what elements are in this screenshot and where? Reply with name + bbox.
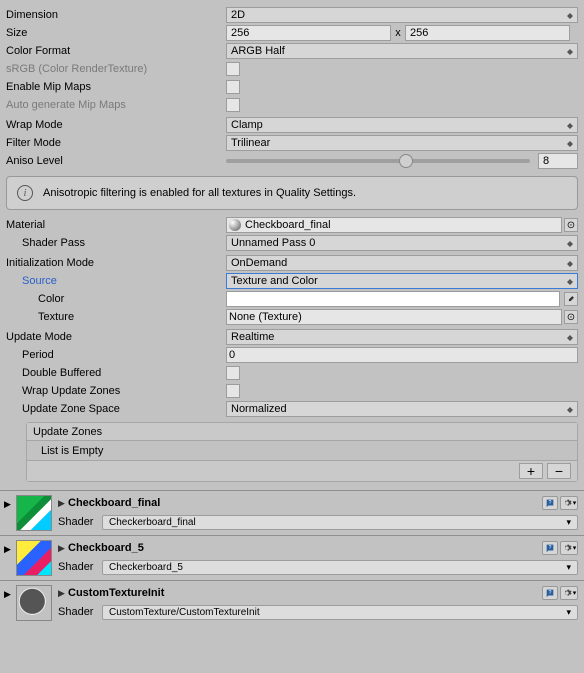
dimension-label: Dimension bbox=[6, 9, 226, 21]
material-preview-2 bbox=[16, 585, 52, 621]
material-label: Material bbox=[6, 219, 226, 231]
wrap-mode-label: Wrap Mode bbox=[6, 119, 226, 131]
help-icon[interactable]: ? bbox=[542, 586, 558, 600]
shader-dropdown-0[interactable]: Checkerboard_final bbox=[102, 515, 578, 530]
mipmaps-checkbox[interactable] bbox=[226, 80, 240, 94]
material-name-0: Checkboard_final bbox=[68, 497, 542, 509]
material-icon bbox=[229, 219, 241, 231]
material-name-2: CustomTextureInit bbox=[68, 587, 542, 599]
mipmaps-label: Enable Mip Maps bbox=[6, 81, 226, 93]
shader-dropdown-1[interactable]: Checkerboard_5 bbox=[102, 560, 578, 575]
shader-label-1: Shader bbox=[58, 561, 102, 573]
aniso-label: Aniso Level bbox=[6, 155, 226, 167]
auto-mip-checkbox bbox=[226, 98, 240, 112]
zone-space-label: Update Zone Space bbox=[6, 403, 226, 415]
material-name-1: Checkboard_5 bbox=[68, 542, 542, 554]
srgb-checkbox bbox=[226, 62, 240, 76]
period-value: 0 bbox=[229, 349, 235, 361]
info-box: i Anisotropic filtering is enabled for al… bbox=[6, 176, 578, 210]
auto-mip-label: Auto generate Mip Maps bbox=[6, 99, 226, 111]
update-mode-label: Update Mode bbox=[6, 331, 226, 343]
info-icon: i bbox=[17, 185, 33, 201]
foldout-arrow-icon[interactable]: ▶ bbox=[58, 543, 68, 554]
wrap-zones-label: Wrap Update Zones bbox=[6, 385, 226, 397]
shader-label-2: Shader bbox=[58, 606, 102, 618]
material-picker[interactable]: ⊙ bbox=[564, 218, 578, 232]
color-field[interactable] bbox=[226, 291, 560, 307]
foldout-arrow-icon[interactable]: ▶ bbox=[4, 589, 11, 600]
help-icon[interactable]: ? bbox=[542, 496, 558, 510]
texture-value: None (Texture) bbox=[229, 311, 302, 323]
foldout-arrow-icon[interactable]: ▶ bbox=[58, 498, 68, 509]
svg-text:?: ? bbox=[549, 500, 552, 506]
foldout-arrow-icon[interactable]: ▶ bbox=[4, 544, 11, 555]
svg-text:?: ? bbox=[549, 590, 552, 596]
material-preview-0 bbox=[16, 495, 52, 531]
aniso-value[interactable]: 8 bbox=[538, 153, 578, 169]
shader-pass-dropdown[interactable]: Unnamed Pass 0 bbox=[226, 235, 578, 251]
size-sep: x bbox=[393, 27, 403, 39]
color-format-dropdown[interactable]: ARGB Half bbox=[226, 43, 578, 59]
material-section-1: ▶ ▶Checkboard_5?▾ ShaderCheckerboard_5 bbox=[0, 535, 584, 580]
double-buffered-checkbox[interactable] bbox=[226, 366, 240, 380]
source-label: Source bbox=[6, 275, 226, 287]
color-label: Color bbox=[6, 293, 226, 305]
size-x-field[interactable]: 256 bbox=[226, 25, 391, 41]
aniso-slider[interactable] bbox=[226, 153, 536, 169]
zone-space-dropdown[interactable]: Normalized bbox=[226, 401, 578, 417]
update-zones-list: Update Zones List is Empty +− bbox=[26, 422, 578, 482]
update-mode-dropdown[interactable]: Realtime bbox=[226, 329, 578, 345]
filter-mode-dropdown[interactable]: Trilinear bbox=[226, 135, 578, 151]
settings-icon[interactable]: ▾ bbox=[560, 496, 578, 510]
color-format-label: Color Format bbox=[6, 45, 226, 57]
foldout-arrow-icon[interactable]: ▶ bbox=[4, 499, 11, 510]
period-label: Period bbox=[6, 349, 226, 361]
srgb-label: sRGB (Color RenderTexture) bbox=[6, 63, 226, 75]
texture-field[interactable]: None (Texture) bbox=[226, 309, 562, 325]
settings-icon[interactable]: ▾ bbox=[560, 586, 578, 600]
shader-dropdown-2[interactable]: CustomTexture/CustomTextureInit bbox=[102, 605, 578, 620]
size-label: Size bbox=[6, 27, 226, 39]
zones-add-button[interactable]: + bbox=[519, 463, 543, 479]
wrap-zones-checkbox[interactable] bbox=[226, 384, 240, 398]
material-preview-1 bbox=[16, 540, 52, 576]
info-text: Anisotropic filtering is enabled for all… bbox=[43, 187, 356, 199]
update-zones-empty: List is Empty bbox=[41, 445, 103, 457]
shader-pass-label: Shader Pass bbox=[6, 237, 226, 249]
init-mode-dropdown[interactable]: OnDemand bbox=[226, 255, 578, 271]
wrap-mode-dropdown[interactable]: Clamp bbox=[226, 117, 578, 133]
zones-remove-button[interactable]: − bbox=[547, 463, 571, 479]
material-section-2: ▶ ▶CustomTextureInit?▾ ShaderCustomTextu… bbox=[0, 580, 584, 625]
foldout-arrow-icon[interactable]: ▶ bbox=[58, 588, 68, 599]
period-field[interactable]: 0 bbox=[226, 347, 578, 363]
material-value: Checkboard_final bbox=[245, 219, 331, 231]
texture-picker[interactable]: ⊙ bbox=[564, 310, 578, 324]
texture-label: Texture bbox=[6, 311, 226, 323]
size-y-field[interactable]: 256 bbox=[405, 25, 570, 41]
init-mode-label: Initialization Mode bbox=[6, 257, 226, 269]
shader-label-0: Shader bbox=[58, 516, 102, 528]
update-zones-header: Update Zones bbox=[33, 426, 102, 438]
settings-icon[interactable]: ▾ bbox=[560, 541, 578, 555]
material-field[interactable]: Checkboard_final bbox=[226, 217, 562, 233]
help-icon[interactable]: ? bbox=[542, 541, 558, 555]
eyedropper-button[interactable] bbox=[564, 292, 578, 306]
filter-mode-label: Filter Mode bbox=[6, 137, 226, 149]
double-buffered-label: Double Buffered bbox=[6, 367, 226, 379]
source-dropdown[interactable]: Texture and Color bbox=[226, 273, 578, 289]
material-section-0: ▶ ▶Checkboard_final?▾ ShaderCheckerboard… bbox=[0, 490, 584, 535]
dimension-dropdown[interactable]: 2D bbox=[226, 7, 578, 23]
svg-text:?: ? bbox=[549, 545, 552, 551]
